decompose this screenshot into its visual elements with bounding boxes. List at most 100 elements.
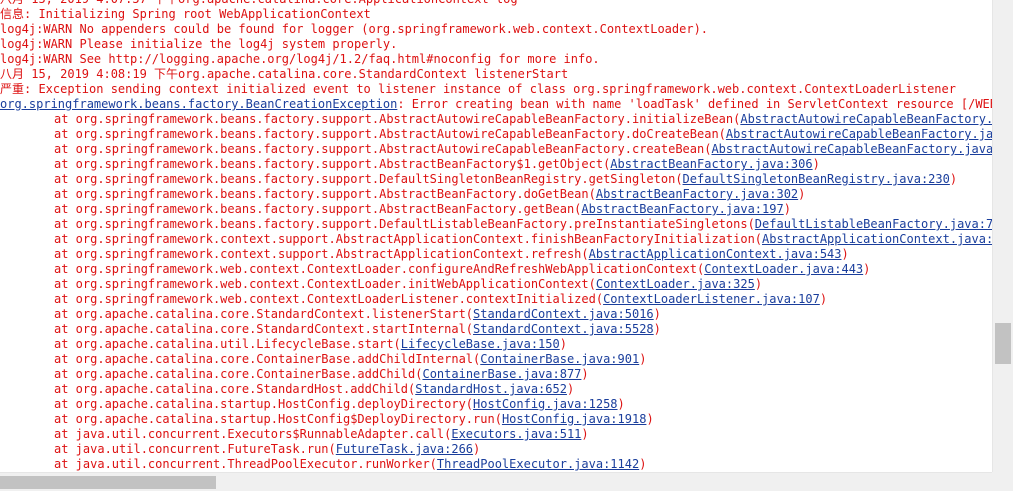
- stack-frame: at org.springframework.beans.factory.sup…: [0, 172, 992, 187]
- stack-frame: at org.apache.catalina.core.ContainerBas…: [0, 352, 992, 367]
- stack-method: at org.apache.catalina.core.ContainerBas…: [54, 367, 423, 381]
- stack-method: at org.springframework.beans.factory.sup…: [54, 157, 611, 171]
- stack-close-paren: ): [639, 457, 647, 471]
- stack-close-paren: ): [863, 262, 871, 276]
- stack-method: at org.springframework.beans.factory.sup…: [54, 127, 726, 141]
- source-link[interactable]: DefaultSingletonBeanRegistry.java:230: [683, 172, 950, 186]
- stack-frame: at org.apache.catalina.core.StandardCont…: [0, 322, 992, 337]
- stack-frame: at java.util.concurrent.ThreadPoolExecut…: [0, 457, 992, 472]
- stack-method: at org.apache.catalina.core.StandardCont…: [54, 322, 474, 336]
- source-link[interactable]: AbstractAutowireCapableBeanFactory.java:…: [711, 142, 992, 156]
- stack-method: at org.springframework.context.support.A…: [54, 232, 763, 246]
- stack-method: at org.springframework.beans.factory.sup…: [54, 142, 712, 156]
- source-link[interactable]: LifecycleBase.java:150: [401, 337, 560, 351]
- stack-close-paren: ): [819, 292, 828, 306]
- source-link[interactable]: AbstractBeanFactory.java:302: [596, 187, 798, 201]
- source-link[interactable]: HostConfig.java:1918: [502, 412, 647, 426]
- log-line: 八月 15, 2019 4:08:19 下午org.apache.catalin…: [0, 67, 569, 81]
- stack-method: at org.springframework.beans.factory.sup…: [54, 187, 596, 201]
- stack-close-paren: ): [812, 157, 820, 171]
- source-link[interactable]: ContainerBase.java:901: [480, 352, 639, 366]
- stack-method: at org.springframework.beans.factory.sup…: [54, 172, 683, 186]
- stack-frame: at org.apache.catalina.util.LifecycleBas…: [0, 337, 992, 352]
- source-link[interactable]: AbstractAutowireCapableBeanFactory.java:…: [726, 127, 992, 141]
- source-link[interactable]: HostConfig.java:1258: [473, 397, 618, 411]
- stack-frame: at org.springframework.beans.factory.sup…: [0, 157, 992, 172]
- stack-method: at java.util.concurrent.Executors$Runnab…: [54, 427, 452, 441]
- stack-frame: at org.springframework.beans.factory.sup…: [0, 112, 992, 127]
- stack-close-paren: ): [559, 337, 567, 351]
- source-link[interactable]: DefaultListableBeanFactory.java:761: [755, 217, 992, 231]
- stack-method: at org.springframework.web.context.Conte…: [54, 262, 705, 276]
- stack-frame: at org.springframework.beans.factory.sup…: [0, 217, 992, 232]
- stack-frame: at org.springframework.context.support.A…: [0, 232, 992, 247]
- source-link[interactable]: ContextLoader.java:443: [704, 262, 863, 276]
- stack-method: at org.springframework.context.support.A…: [54, 247, 589, 261]
- source-link[interactable]: AbstractBeanFactory.java:306: [610, 157, 812, 171]
- vertical-scrollbar-thumb[interactable]: [995, 323, 1011, 364]
- horizontal-scrollbar-thumb[interactable]: [0, 476, 216, 489]
- stack-close-paren: ): [617, 397, 625, 411]
- source-link[interactable]: AbstractApplicationContext.java:867: [762, 232, 992, 246]
- source-link[interactable]: ContextLoaderListener.java:107: [603, 292, 820, 306]
- stack-close-paren: ): [653, 322, 661, 336]
- stack-method: at org.springframework.beans.factory.sup…: [54, 112, 741, 126]
- stack-frame: at org.springframework.web.context.Conte…: [0, 262, 992, 277]
- stack-frame: at org.apache.catalina.core.ContainerBas…: [0, 367, 992, 382]
- stack-close-paren: ): [473, 442, 481, 456]
- stack-close-paren: ): [798, 187, 806, 201]
- stack-method: at org.springframework.beans.factory.sup…: [54, 217, 755, 231]
- log-line: 信息: Initializing Spring root WebApplicat…: [0, 7, 371, 21]
- source-link[interactable]: ThreadPoolExecutor.java:1142: [437, 457, 639, 471]
- stack-frame: at org.springframework.beans.factory.sup…: [0, 127, 992, 142]
- log-line: 严重: Exception sending context initialize…: [0, 82, 956, 96]
- source-link[interactable]: ContextLoader.java:325: [596, 277, 755, 291]
- log-line: log4j:WARN No appenders could be found f…: [0, 22, 709, 36]
- stack-close-paren: ): [754, 277, 763, 291]
- stack-method: at org.apache.catalina.core.StandardCont…: [54, 307, 474, 321]
- stack-method: at org.apache.catalina.util.LifecycleBas…: [54, 337, 401, 351]
- stack-frame: at org.apache.catalina.startup.HostConfi…: [0, 412, 992, 427]
- stack-close-paren: ): [639, 352, 647, 366]
- source-link[interactable]: FutureTask.java:266: [336, 442, 473, 456]
- source-link[interactable]: AbstractApplicationContext.java:543: [589, 247, 842, 261]
- source-link[interactable]: AbstractAutowireCapableBeanFactory.java:…: [740, 112, 992, 126]
- scrollbar-corner: [992, 472, 1013, 491]
- exception-line: org.springframework.beans.factory.BeanCr…: [0, 97, 992, 112]
- exception-class-link[interactable]: org.springframework.beans.factory.BeanCr…: [0, 97, 397, 111]
- exception-message: : Error creating bean with name 'loadTas…: [397, 97, 992, 111]
- source-link[interactable]: StandardContext.java:5528: [473, 322, 654, 336]
- console-output[interactable]: 八月 15, 2019 4:07:57 下午org.apache.catalin…: [0, 0, 992, 472]
- horizontal-scrollbar[interactable]: [0, 472, 992, 491]
- source-link[interactable]: StandardContext.java:5016: [473, 307, 654, 321]
- stack-frame: at java.util.concurrent.FutureTask.run(F…: [0, 442, 992, 457]
- stack-close-paren: ): [949, 172, 958, 186]
- source-link[interactable]: AbstractBeanFactory.java:197: [581, 202, 783, 216]
- stack-frame: at org.springframework.web.context.Conte…: [0, 277, 992, 292]
- source-link[interactable]: StandardHost.java:652: [415, 382, 567, 396]
- stack-method: at org.apache.catalina.core.StandardHost…: [54, 382, 416, 396]
- stack-frame: at org.springframework.beans.factory.sup…: [0, 187, 992, 202]
- source-link[interactable]: ContainerBase.java:877: [422, 367, 581, 381]
- stack-frame: at org.springframework.context.support.A…: [0, 247, 992, 262]
- stack-method: at org.springframework.web.context.Conte…: [54, 277, 596, 291]
- stack-frame: at org.springframework.beans.factory.sup…: [0, 202, 992, 217]
- stack-method: at org.springframework.web.context.Conte…: [54, 292, 604, 306]
- stack-frame: at org.apache.catalina.core.StandardHost…: [0, 382, 992, 397]
- stack-method: at org.apache.catalina.startup.HostConfi…: [54, 412, 502, 426]
- stack-frame: at org.springframework.beans.factory.sup…: [0, 142, 992, 157]
- stack-frame: at org.apache.catalina.core.StandardCont…: [0, 307, 992, 322]
- stack-close-paren: ): [783, 202, 791, 216]
- vertical-scrollbar[interactable]: [992, 0, 1013, 472]
- stack-frame: at java.util.concurrent.Executors$Runnab…: [0, 427, 992, 442]
- stack-method: at org.apache.catalina.core.ContainerBas…: [54, 352, 481, 366]
- log-line: 八月 15, 2019 4:07:57 下午org.apache.catalin…: [0, 0, 992, 7]
- stack-close-paren: ): [841, 247, 849, 261]
- stack-method: at org.apache.catalina.startup.HostConfi…: [54, 397, 474, 411]
- stack-close-paren: ): [646, 412, 654, 426]
- stack-close-paren: ): [581, 367, 589, 381]
- console-lines: 八月 15, 2019 4:07:57 下午org.apache.catalin…: [0, 0, 992, 472]
- source-link[interactable]: Executors.java:511: [451, 427, 581, 441]
- log-line: log4j:WARN See http://logging.apache.org…: [0, 52, 600, 66]
- stack-frame: at org.apache.catalina.startup.HostConfi…: [0, 397, 992, 412]
